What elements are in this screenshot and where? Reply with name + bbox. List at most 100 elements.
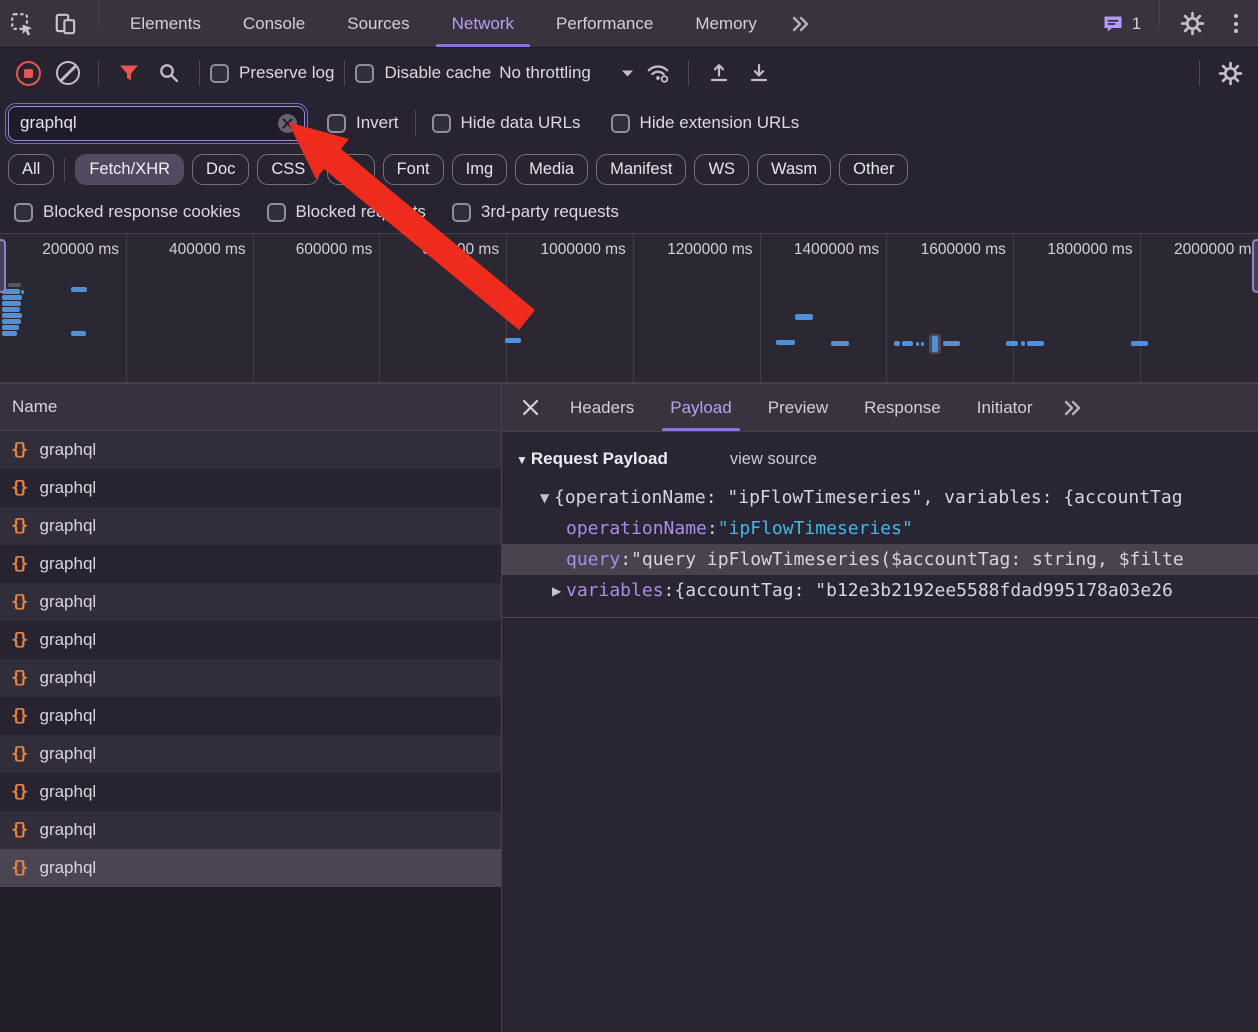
- tab-sources[interactable]: Sources: [326, 0, 430, 47]
- waterfall-bar: [2, 319, 21, 324]
- timeline-column: 600000 ms: [253, 234, 380, 382]
- waterfall-bar: [21, 290, 24, 294]
- detail-tab-preview[interactable]: Preview: [750, 384, 846, 431]
- chip-ws[interactable]: WS: [694, 154, 749, 185]
- checkbox[interactable]: [267, 203, 286, 222]
- timeline-tick-label: 1200000 ms: [667, 241, 752, 259]
- filter-input[interactable]: [8, 106, 305, 141]
- settings-gear-icon[interactable]: [1170, 0, 1214, 47]
- tab-performance[interactable]: Performance: [535, 0, 674, 47]
- chip-all[interactable]: All: [8, 154, 54, 185]
- view-source-link[interactable]: view source: [730, 450, 817, 469]
- chip-doc[interactable]: Doc: [192, 154, 249, 185]
- chip-fetchxhr[interactable]: Fetch/XHR: [75, 154, 184, 185]
- checkbox[interactable]: [327, 114, 346, 133]
- search-network-icon[interactable]: [149, 53, 189, 93]
- expanded-icon[interactable]: ▼: [540, 491, 554, 505]
- hide-data-urls-checkbox[interactable]: Hide data URLs: [432, 113, 581, 133]
- request-row-graphql[interactable]: {}graphql: [0, 621, 501, 659]
- clear-filter-icon[interactable]: [278, 114, 297, 133]
- detail-tab-initiator[interactable]: Initiator: [959, 384, 1051, 431]
- chip-media[interactable]: Media: [515, 154, 588, 185]
- kebab-menu-icon[interactable]: [1214, 0, 1258, 47]
- overview-grip-right[interactable]: [1252, 239, 1258, 293]
- close-details-icon[interactable]: [508, 384, 552, 431]
- tab-memory[interactable]: Memory: [674, 0, 777, 47]
- tab-elements[interactable]: Elements: [109, 0, 222, 47]
- chip-img[interactable]: Img: [452, 154, 508, 185]
- checkbox[interactable]: [210, 64, 229, 83]
- waterfall-bar: [921, 342, 924, 346]
- throttling-select[interactable]: No throttling: [499, 63, 634, 83]
- record-network-log-icon[interactable]: [8, 53, 48, 93]
- device-toolbar-icon[interactable]: [44, 0, 88, 47]
- export-har-icon[interactable]: [739, 53, 779, 93]
- chip-manifest[interactable]: Manifest: [596, 154, 686, 185]
- request-row-graphql[interactable]: {}graphql: [0, 697, 501, 735]
- request-name: graphql: [39, 478, 96, 498]
- request-name: graphql: [39, 668, 96, 688]
- inspect-element-icon[interactable]: [0, 0, 44, 47]
- waterfall-bar: [505, 338, 521, 343]
- payload-variables-row[interactable]: ▶ variables: {accountTag: "b12e3b2192ee5…: [502, 575, 1258, 606]
- checkbox[interactable]: [355, 64, 374, 83]
- waterfall-bar: [1027, 341, 1044, 346]
- name-column-header[interactable]: Name: [0, 384, 501, 431]
- checkbox[interactable]: [14, 203, 33, 222]
- network-conditions-icon[interactable]: [638, 53, 678, 93]
- detail-tab-headers[interactable]: Headers: [552, 384, 652, 431]
- request-row-graphql[interactable]: {}graphql: [0, 431, 501, 469]
- payload-operation-row[interactable]: operationName: "ipFlowTimeseries": [502, 513, 1258, 544]
- blocked-response-cookies-checkbox[interactable]: Blocked response cookies: [14, 202, 241, 222]
- preserve-log-checkbox[interactable]: Preserve log: [210, 63, 334, 83]
- network-settings-gear-icon[interactable]: [1210, 53, 1250, 93]
- request-row-graphql[interactable]: {}graphql: [0, 507, 501, 545]
- chip-wasm[interactable]: Wasm: [757, 154, 831, 185]
- divider: [98, 0, 99, 26]
- divider: [1199, 60, 1200, 86]
- timeline-overview[interactable]: 200000 ms400000 ms600000 ms800000 ms1000…: [0, 233, 1258, 383]
- detail-tab-payload[interactable]: Payload: [652, 384, 749, 431]
- filter-funnel-icon[interactable]: [109, 53, 149, 93]
- hide-extension-urls-checkbox[interactable]: Hide extension URLs: [611, 113, 800, 133]
- invert-checkbox[interactable]: Invert: [327, 113, 399, 133]
- payload-content: ▼ Request Payload view source ▼ {operati…: [502, 432, 1258, 1032]
- request-row-graphql[interactable]: {}graphql: [0, 659, 501, 697]
- request-row-graphql[interactable]: {}graphql: [0, 811, 501, 849]
- import-har-icon[interactable]: [699, 53, 739, 93]
- tab-console[interactable]: Console: [222, 0, 326, 47]
- timeline-tick-label: 1600000 ms: [921, 241, 1006, 259]
- chip-css[interactable]: CSS: [257, 154, 319, 185]
- request-row-graphql[interactable]: {}graphql: [0, 583, 501, 621]
- timeline-tick-label: 800000 ms: [422, 241, 499, 259]
- detail-tab-response[interactable]: Response: [846, 384, 959, 431]
- request-row-graphql[interactable]: {}graphql: [0, 469, 501, 507]
- chip-js[interactable]: JS: [327, 154, 374, 185]
- checkbox[interactable]: [452, 203, 471, 222]
- payload-summary-row[interactable]: ▼ {operationName: "ipFlowTimeseries", va…: [502, 482, 1258, 513]
- timeline-column: 1000000 ms: [507, 234, 634, 382]
- request-row-graphql[interactable]: {}graphql: [0, 849, 501, 887]
- issues-message-icon[interactable]: 1: [1093, 0, 1149, 47]
- more-tabs-chevron-icon[interactable]: [778, 0, 822, 47]
- request-row-graphql[interactable]: {}graphql: [0, 545, 501, 583]
- tab-network[interactable]: Network: [431, 0, 535, 47]
- disable-cache-checkbox[interactable]: Disable cache: [355, 63, 491, 83]
- request-row-graphql[interactable]: {}graphql: [0, 773, 501, 811]
- third-party-requests-checkbox[interactable]: 3rd-party requests: [452, 202, 619, 222]
- request-row-graphql[interactable]: {}graphql: [0, 735, 501, 773]
- collapsed-icon[interactable]: ▶: [552, 584, 566, 598]
- request-name: graphql: [39, 782, 96, 802]
- blocked-requests-checkbox[interactable]: Blocked requests: [267, 202, 426, 222]
- checkbox[interactable]: [432, 114, 451, 133]
- section-expanded-icon[interactable]: ▼: [516, 453, 528, 467]
- waterfall-bar: [943, 341, 960, 346]
- clear-network-log-icon[interactable]: [48, 53, 88, 93]
- more-detail-tabs-chevron-icon[interactable]: [1050, 384, 1094, 431]
- payload-query-row[interactable]: query: "query ipFlowTimeseries($accountT…: [502, 544, 1258, 575]
- chip-font[interactable]: Font: [383, 154, 444, 185]
- overview-grip-left[interactable]: [0, 239, 6, 293]
- waterfall-bar: [2, 301, 21, 306]
- chip-other[interactable]: Other: [839, 154, 908, 185]
- checkbox[interactable]: [611, 114, 630, 133]
